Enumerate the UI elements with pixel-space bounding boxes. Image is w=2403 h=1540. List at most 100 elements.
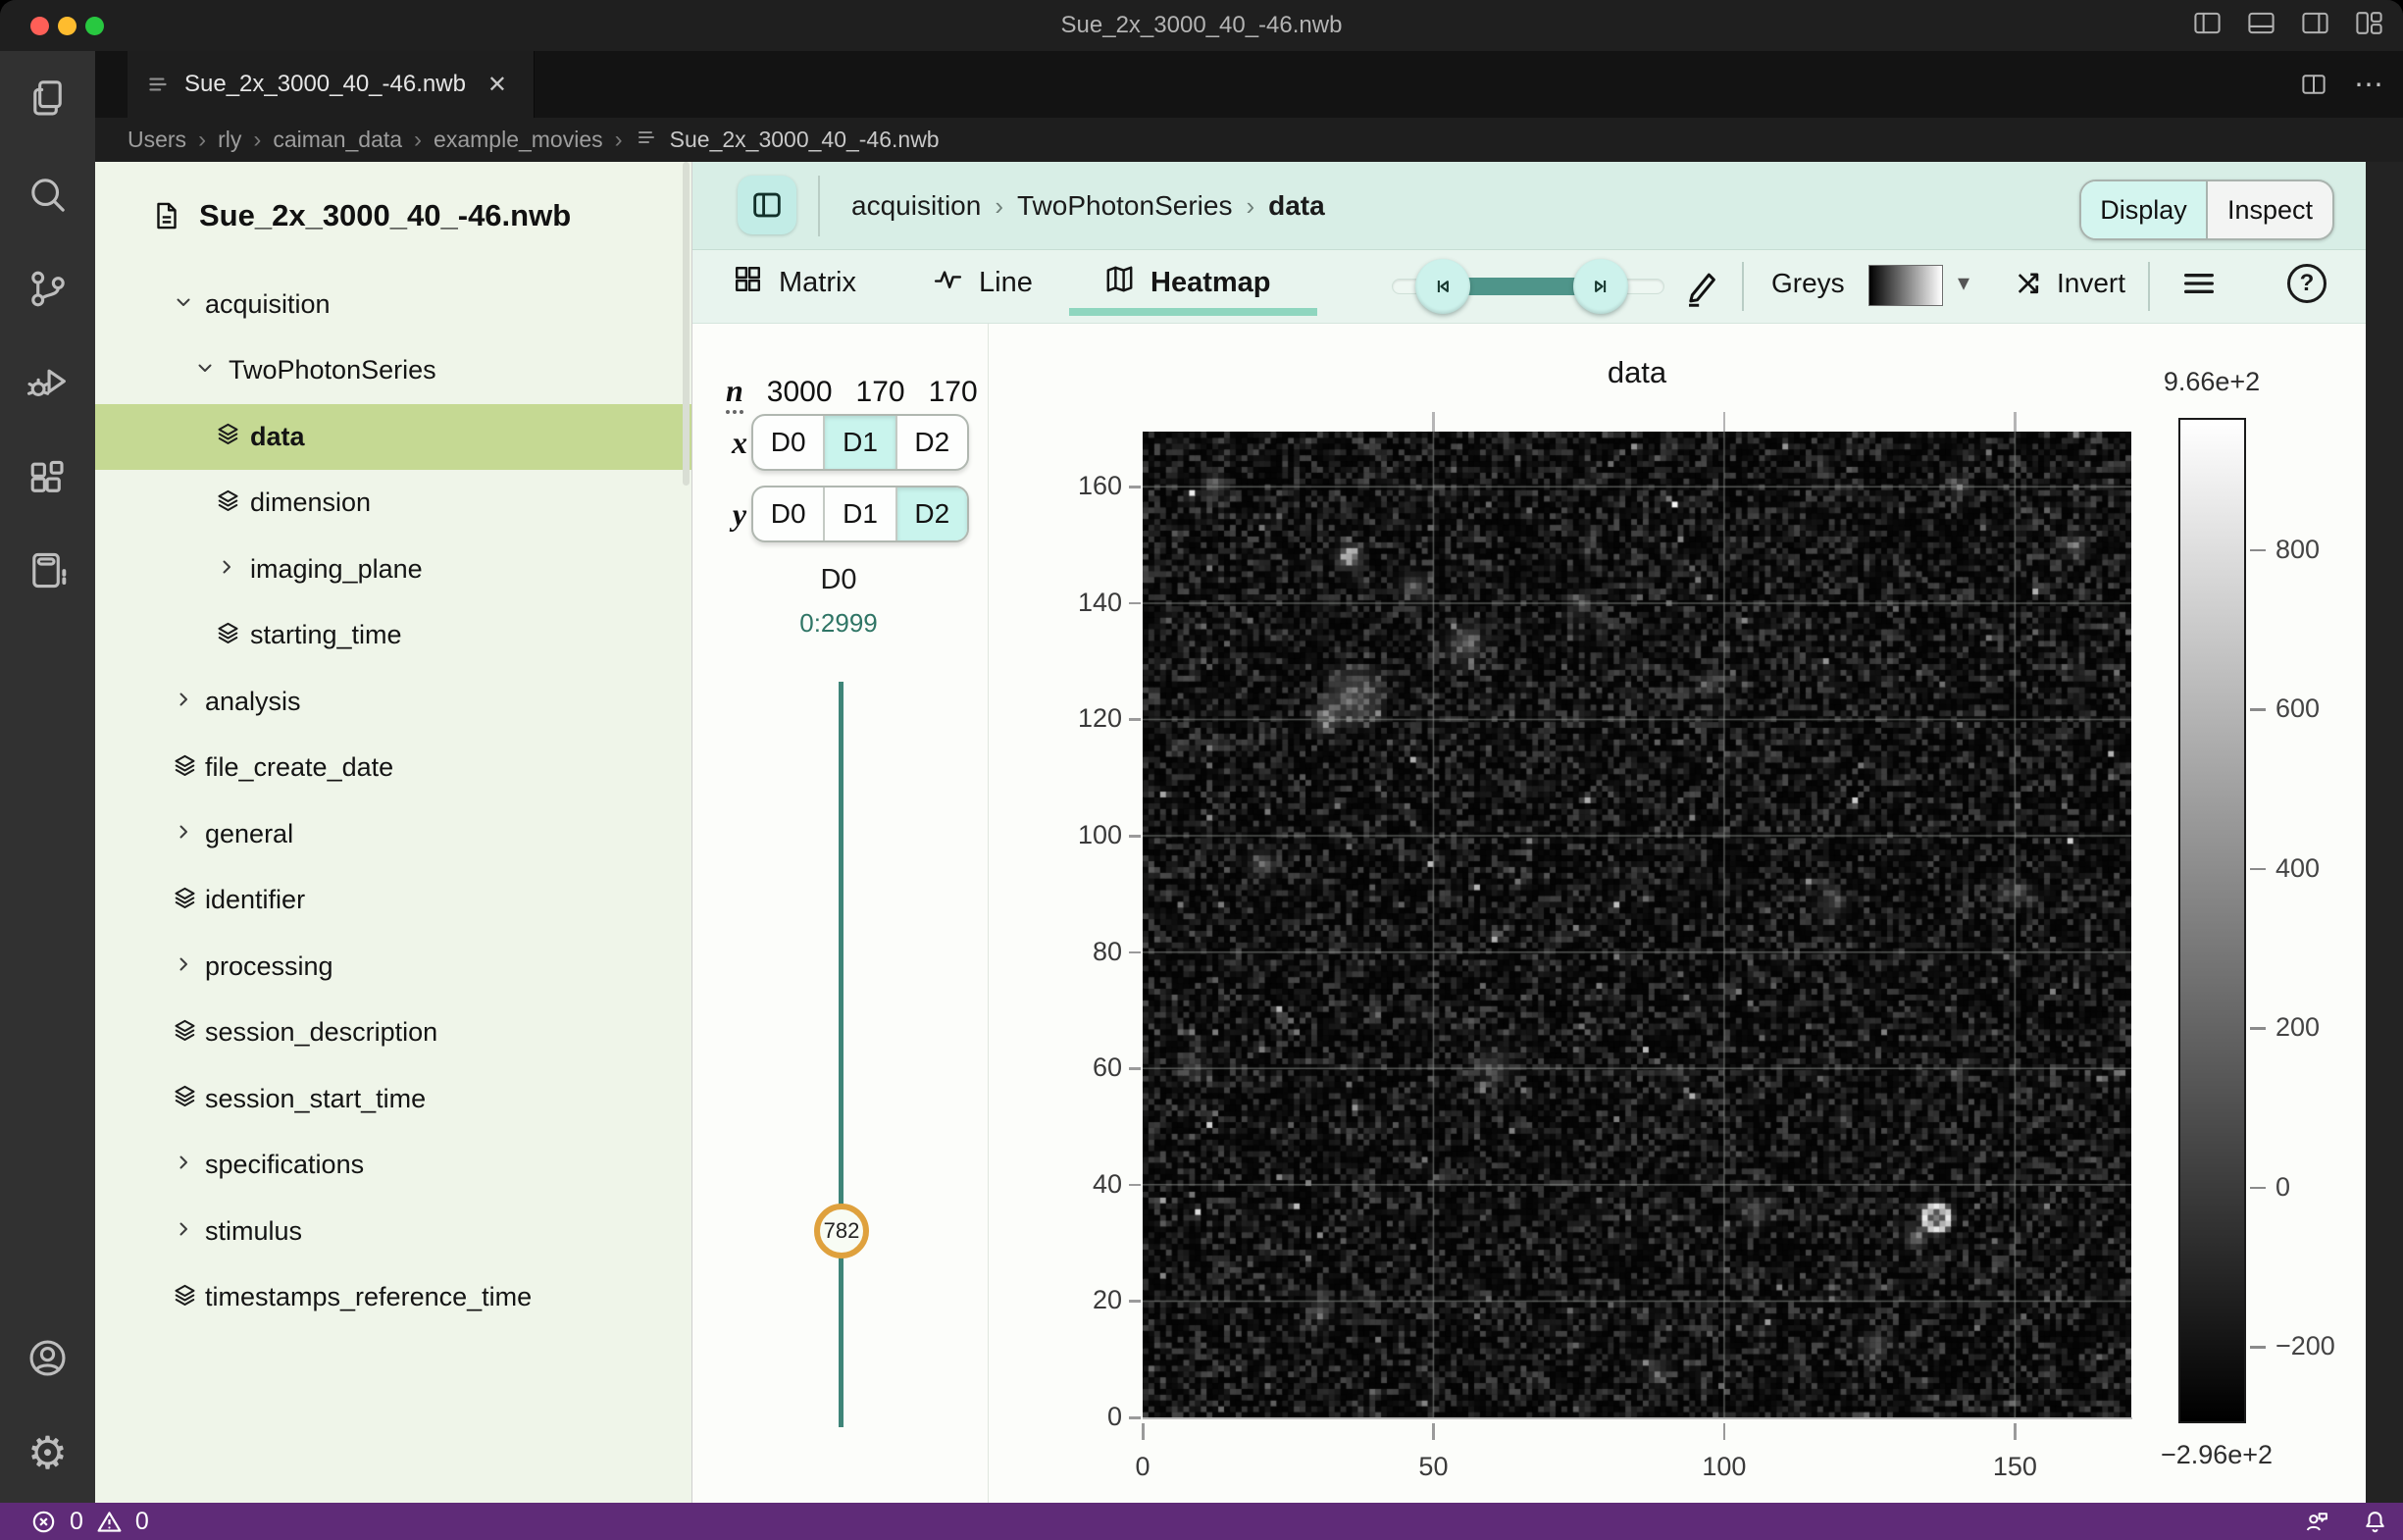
y-dim-option-D0[interactable]: D0	[753, 488, 823, 540]
breadcrumb-item[interactable]: Users	[128, 127, 186, 153]
tree-item-timestamps_reference_time[interactable]: timestamps_reference_time	[95, 1264, 691, 1330]
colorbar-tick	[2250, 1187, 2266, 1190]
breadcrumb-file[interactable]: Sue_2x_3000_40_-46.nwb	[670, 127, 940, 153]
chevron-right-icon[interactable]	[215, 555, 238, 584]
tree-item-label: file_create_date	[205, 752, 393, 783]
chevron-right-icon[interactable]	[172, 952, 195, 981]
range-start-thumb[interactable]	[1415, 259, 1470, 314]
x-tick-label: 50	[1389, 1452, 1477, 1482]
problems-indicator[interactable]: 0 0	[29, 1503, 149, 1540]
invert-colormap-button[interactable]: Invert	[2012, 250, 2125, 316]
viewer-crumb-TwoPhotonSeries[interactable]: TwoPhotonSeries	[1017, 190, 1232, 222]
matrix-icon	[732, 263, 764, 303]
view-tab-heatmap[interactable]: Heatmap	[1103, 250, 1271, 316]
activity-nwb-notebook-icon[interactable]	[25, 547, 71, 593]
tree-item-general[interactable]: general	[95, 801, 691, 867]
help-button[interactable]: ?	[2287, 264, 2326, 303]
viewer-crumb-acquisition[interactable]: acquisition	[851, 190, 981, 222]
x-tick-label: 100	[1680, 1452, 1768, 1482]
viewer-crumb-data[interactable]: data	[1268, 190, 1325, 222]
chevron-right-icon[interactable]	[172, 820, 195, 848]
sidebar-panel-icon	[750, 188, 784, 222]
menu-button[interactable]	[2179, 264, 2219, 303]
display-inspect-toggle: DisplayInspect	[2079, 180, 2334, 240]
activity-search-icon[interactable]	[25, 172, 71, 218]
breadcrumb-item[interactable]: rly	[218, 127, 241, 153]
activity-source-control-icon[interactable]	[25, 266, 71, 312]
tree-item-session_description[interactable]: session_description	[95, 1000, 691, 1065]
tree-item-starting_time[interactable]: starting_time	[95, 602, 691, 668]
chevron-right-icon[interactable]	[172, 1217, 195, 1246]
x-top-tick	[1432, 412, 1435, 432]
dataset-icon	[215, 620, 241, 651]
active-tab-underline	[1069, 308, 1317, 316]
colorbar-tick	[2250, 708, 2266, 711]
toggle-left-panel-icon[interactable]	[2191, 7, 2224, 44]
mode-inspect-button[interactable]: Inspect	[2206, 181, 2332, 238]
tree-item-session_start_time[interactable]: session_start_time	[95, 1066, 691, 1132]
tree-item-dimension[interactable]: dimension	[95, 470, 691, 536]
tree-item-label: TwoPhotonSeries	[229, 355, 436, 385]
activity-explorer-icon[interactable]	[25, 76, 71, 122]
y-dim-option-D1[interactable]: D1	[823, 488, 895, 540]
bell-icon[interactable]	[2361, 1508, 2389, 1536]
dimension-controls: n3000170170 x D0D1D2 y D0D1D2 D0 0:2999 …	[692, 324, 989, 1503]
tree-item-data[interactable]: data	[95, 404, 691, 470]
colorbar-tick	[2250, 549, 2266, 552]
chevron-down-icon[interactable]	[172, 290, 195, 319]
range-end-thumb[interactable]	[1573, 259, 1628, 314]
tree-scrollbar[interactable]	[683, 162, 690, 486]
x-tick	[1142, 1423, 1145, 1440]
viewer-breadcrumb: acquisition›TwoPhotonSeries›data	[851, 162, 1325, 250]
tree-item-label: acquisition	[205, 289, 331, 320]
frame-slider-track[interactable]	[839, 682, 844, 1427]
toggle-sidebar-button[interactable]	[738, 176, 796, 234]
x-dim-option-D1[interactable]: D1	[823, 416, 895, 469]
frame-slider-handle[interactable]: 782	[814, 1204, 869, 1258]
feedback-icon[interactable]	[2303, 1508, 2331, 1536]
close-tab-icon[interactable]: ✕	[487, 71, 507, 99]
breadcrumb-item[interactable]: caiman_data	[273, 127, 402, 153]
view-tab-line[interactable]: Line	[932, 250, 1033, 316]
chevron-right-icon[interactable]	[172, 688, 195, 716]
heatmap-canvas[interactable]	[1143, 432, 2131, 1417]
more-actions-icon[interactable]: ⋯	[2354, 68, 2385, 102]
activity-settings-icon[interactable]: ⚙	[25, 1430, 71, 1476]
breadcrumb-item[interactable]: example_movies	[434, 127, 603, 153]
tree-item-analysis[interactable]: analysis	[95, 669, 691, 735]
colormap-dropdown-caret[interactable]: ▾	[1958, 250, 1969, 316]
tree-item-identifier[interactable]: identifier	[95, 867, 691, 933]
toggle-right-panel-icon[interactable]	[2299, 7, 2331, 44]
tree-item-label: general	[205, 819, 293, 849]
tab-nwb-file[interactable]: Sue_2x_3000_40_-46.nwb ✕	[128, 51, 535, 118]
view-tab-matrix[interactable]: Matrix	[732, 250, 856, 316]
activity-extensions-icon[interactable]	[25, 456, 71, 502]
mode-display-button[interactable]: Display	[2081, 181, 2206, 238]
colorbar-min-label: −2.96e+2	[2114, 1440, 2320, 1470]
colormap-gradient-swatch[interactable]	[1868, 265, 1943, 306]
tree-item-imaging_plane[interactable]: imaging_plane	[95, 537, 691, 602]
tree-item-label: data	[250, 422, 305, 452]
tree-item-processing[interactable]: processing	[95, 934, 691, 1000]
x-tick	[1723, 1423, 1726, 1440]
tree-item-label: dimension	[250, 488, 371, 518]
x-dim-option-D0[interactable]: D0	[753, 416, 823, 469]
activity-run-debug-icon[interactable]	[25, 359, 71, 405]
invert-label: Invert	[2057, 268, 2125, 299]
customize-layout-icon[interactable]	[2353, 7, 2385, 44]
tree-item-TwoPhotonSeries[interactable]: TwoPhotonSeries	[95, 337, 691, 403]
chevron-right-icon[interactable]	[172, 1151, 195, 1179]
tree-item-stimulus[interactable]: stimulus	[95, 1199, 691, 1264]
y-dim-option-D2[interactable]: D2	[895, 488, 967, 540]
dataset-icon	[215, 421, 241, 452]
split-editor-icon[interactable]	[2299, 70, 2328, 99]
tree-item-specifications[interactable]: specifications	[95, 1132, 691, 1198]
toggle-bottom-panel-icon[interactable]	[2245, 7, 2277, 44]
x-dim-option-D2[interactable]: D2	[895, 416, 967, 469]
tree-item-acquisition[interactable]: acquisition	[95, 272, 691, 337]
frame-index-value: 782	[824, 1218, 860, 1244]
activity-account-icon[interactable]	[25, 1335, 71, 1381]
edit-colormap-button[interactable]	[1681, 266, 1722, 307]
chevron-down-icon[interactable]	[193, 356, 217, 385]
tree-item-file_create_date[interactable]: file_create_date	[95, 735, 691, 800]
